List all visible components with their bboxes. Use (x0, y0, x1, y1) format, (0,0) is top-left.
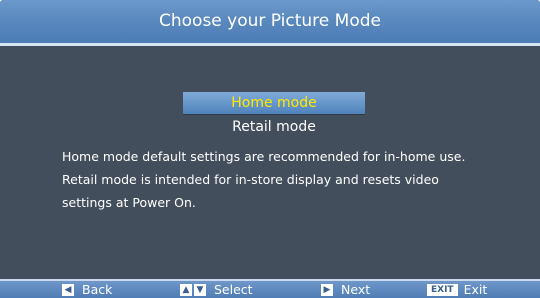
down-arrow-key-icon: ▼ (194, 283, 206, 296)
description-line-3: settings at Power On. (62, 195, 196, 210)
select-label: Select (214, 282, 253, 297)
back-label: Back (82, 282, 113, 297)
description-line-2: Retail mode is intended for in-store dis… (62, 172, 439, 187)
right-arrow-key-icon: ▶ (321, 283, 333, 296)
back-hint[interactable]: ◀ Back (62, 281, 112, 298)
left-arrow-key-icon: ◀ (62, 283, 74, 296)
next-label: Next (341, 282, 371, 297)
select-hint[interactable]: ▲ ▼ Select (180, 281, 253, 298)
footer-bar: ◀ Back ▲ ▼ Select ▶ Next EXIT Exit (0, 279, 540, 298)
dialog-title: Choose your Picture Mode (0, 0, 540, 43)
exit-hint[interactable]: EXIT Exit (427, 281, 487, 298)
description: Home mode default settings are recommend… (62, 145, 522, 214)
title-divider (0, 43, 540, 46)
exit-key-icon: EXIT (427, 283, 458, 296)
picture-mode-dialog: Choose your Picture Mode Home mode Retai… (0, 0, 540, 290)
up-arrow-key-icon: ▲ (180, 283, 192, 296)
next-hint[interactable]: ▶ Next (321, 281, 370, 298)
option-retail-mode[interactable]: Retail mode (183, 116, 365, 138)
option-home-mode[interactable]: Home mode (183, 92, 365, 114)
description-line-1: Home mode default settings are recommend… (62, 149, 466, 164)
exit-label: Exit (463, 282, 488, 297)
